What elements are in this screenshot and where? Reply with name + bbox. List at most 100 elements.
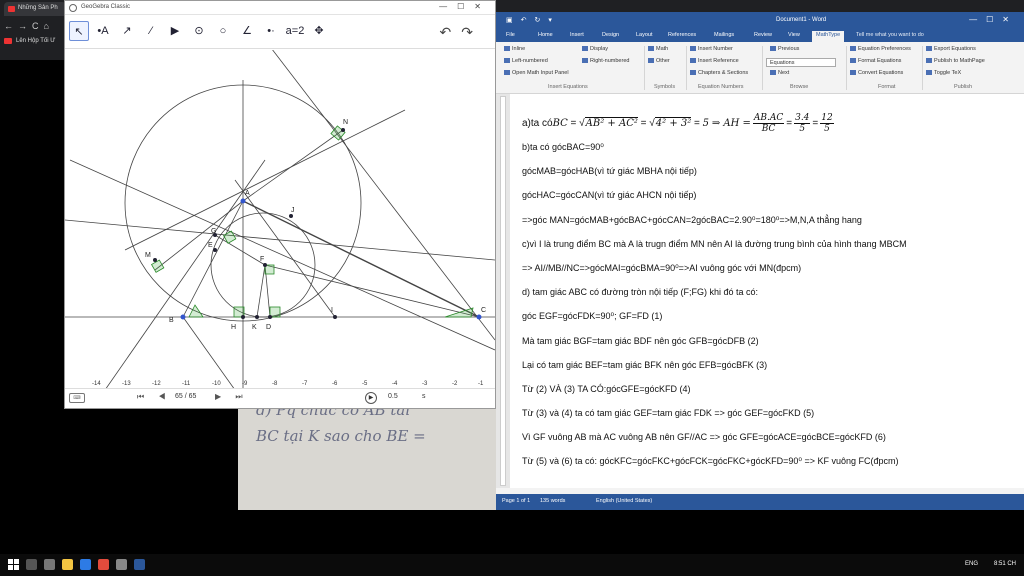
word-window-controls[interactable]: —☐✕ <box>969 15 1018 24</box>
doc-line: d) tam giác ABC có đường tròn nội tiếp (… <box>522 287 759 298</box>
word-window: ▣↶↻▾ Document1 - Word —☐✕ File Home Inse… <box>496 12 1024 510</box>
tab-references[interactable]: References <box>668 32 696 38</box>
format-equations-button[interactable]: Format Equations <box>850 58 901 64</box>
tab-mailings[interactable]: Mailings <box>714 32 734 38</box>
chapters-sections-button[interactable]: Chapters & Sections <box>690 70 748 76</box>
tab-view[interactable]: View <box>788 32 800 38</box>
tab-review[interactable]: Review <box>754 32 772 38</box>
tab-home[interactable]: Home <box>538 32 553 38</box>
line-tool-icon[interactable]: ↗ <box>117 21 137 41</box>
chapters-sections-label: Chapters & Sections <box>698 70 749 76</box>
language-indicator[interactable]: ENG <box>965 561 978 567</box>
insert-number-button[interactable]: Insert Number <box>690 46 733 52</box>
angle-tool-icon[interactable]: ∠ <box>237 21 257 41</box>
taskbar: ENG 8:51 CH <box>0 554 1024 576</box>
document-page[interactable]: a)ta có BC = √ AB² + AC² = √ 4² + 3² = 5 ⇒… <box>510 94 1024 488</box>
keyboard-icon[interactable]: ⌨ <box>69 393 85 403</box>
browser-nav-buttons[interactable]: ←→C⌂ <box>0 18 70 36</box>
doc-line: => AI//MB//NC=>gócMAI=gócBMA=90⁰=>AI vuô… <box>522 262 802 273</box>
export-icon <box>926 46 932 52</box>
step-forward-icon[interactable]: ▶ ⏭ <box>215 392 249 402</box>
point-label-c: C <box>481 307 486 314</box>
equation-preferences-button[interactable]: Equation Preferences <box>850 46 911 52</box>
tab-file[interactable]: File <box>506 32 515 38</box>
move-tool-icon[interactable]: ↖ <box>69 21 89 41</box>
format-icon <box>850 58 856 64</box>
play-speed-input[interactable]: 0.5 <box>388 393 398 400</box>
point-label-b: B <box>169 317 174 324</box>
document-area: a)ta có BC = √ AB² + AC² = √ 4² + 3² = 5 ⇒… <box>496 94 1024 488</box>
math-button[interactable]: Math <box>648 46 668 52</box>
math-symbol-icon <box>648 46 654 52</box>
windows-start-icon[interactable] <box>8 559 19 570</box>
clock[interactable]: 8:51 CH <box>994 561 1016 567</box>
step-back-icon[interactable]: ⏮ ◀ <box>137 392 172 402</box>
doc-line: c)vì I là trung điểm BC mà A là trugn đi… <box>522 238 907 249</box>
word-taskbar-icon[interactable] <box>134 559 145 570</box>
perpendicular-tool-icon[interactable]: ⁄ <box>141 21 161 41</box>
insert-reference-button[interactable]: Insert Reference <box>690 58 739 64</box>
edge-icon[interactable] <box>80 559 91 570</box>
group-label-equation-numbers: Equation Numbers <box>698 84 744 90</box>
tab-design[interactable]: Design <box>602 32 619 38</box>
play-speed-unit: s <box>422 393 426 400</box>
tab-insert[interactable]: Insert <box>570 32 584 38</box>
publish-mathpage-button[interactable]: Publish to MathPage <box>926 58 985 64</box>
vertical-ruler <box>500 96 506 486</box>
group-divider <box>686 46 687 90</box>
doc-line: gócMAB=gócHAB(vì tứ giác MBHA nội tiếp) <box>522 166 697 177</box>
display-button[interactable]: Display <box>582 46 608 52</box>
search-icon[interactable] <box>26 559 37 570</box>
point-label-e: E <box>208 242 213 249</box>
reflect-tool-icon[interactable]: •· <box>261 21 281 41</box>
tell-me-search[interactable]: Tell me what you want to do <box>856 32 924 38</box>
side-ab <box>182 200 244 318</box>
point-label-i: I <box>331 307 333 314</box>
geogebra-window-controls[interactable]: —☐✕ <box>439 2 491 11</box>
export-equations-label: Export Equations <box>934 46 976 52</box>
chrome-icon[interactable] <box>98 559 109 570</box>
tab-mathtype[interactable]: MathType <box>812 31 845 42</box>
previous-button[interactable]: Previous <box>770 46 799 52</box>
conic-tool-icon[interactable]: ○ <box>213 21 233 41</box>
file-explorer-icon[interactable] <box>62 559 73 570</box>
toggle-tex-button[interactable]: Toggle TeX <box>926 70 961 76</box>
geogebra-graphics-view[interactable]: N A J M G E F I B H K D C -14 -13 -12 -1… <box>65 50 495 390</box>
doc-line: Từ (2) VÀ (3) TA CÓ:gócGFE=gócKFD (4) <box>522 383 691 394</box>
geogebra-navigation-bar: ⌨ ⏮ ◀ 65 / 65 ▶ ⏭ ▶ 0.5 s <box>65 388 495 408</box>
bookmark-item[interactable]: Lên Hộp Tối Ư <box>4 38 55 44</box>
status-page[interactable]: Page 1 of 1 <box>502 498 530 504</box>
axis-tick-label: -11 <box>182 381 191 387</box>
youtube-icon <box>4 38 12 44</box>
task-view-icon[interactable] <box>44 559 55 570</box>
export-equations-button[interactable]: Export Equations <box>926 46 976 52</box>
point-label-k: K <box>252 324 257 331</box>
slider-tool-icon[interactable]: a=2 <box>285 21 305 41</box>
status-language[interactable]: English (United States) <box>596 498 652 504</box>
right-numbered-button[interactable]: Right-numbered <box>582 58 629 64</box>
circle-tool-icon[interactable]: ⊙ <box>189 21 209 41</box>
geogebra-taskbar-icon[interactable] <box>116 559 127 570</box>
tab-layout[interactable]: Layout <box>636 32 653 38</box>
segment-fc <box>264 264 480 318</box>
next-button[interactable]: Next <box>770 70 789 76</box>
status-word-count[interactable]: 135 words <box>540 498 565 504</box>
move-view-tool-icon[interactable]: ✥ <box>309 21 329 41</box>
play-icon[interactable]: ▶ <box>365 392 377 404</box>
polygon-tool-icon[interactable]: ▶ <box>165 21 185 41</box>
fraction: 12 5 <box>820 113 834 134</box>
convert-equations-button[interactable]: Convert Equations <box>850 70 903 76</box>
left-numbered-button[interactable]: Left-numbered <box>504 58 548 64</box>
other-button[interactable]: Other <box>648 58 670 64</box>
undo-redo-icon[interactable]: ↶↷ <box>440 24 483 41</box>
equations-dropdown[interactable]: Equations <box>766 58 836 67</box>
browser-tab-title: Những Sản Ph <box>18 5 58 11</box>
point-tool-icon[interactable]: •A <box>93 21 113 41</box>
math-ah: ⇒ AH = <box>711 117 751 129</box>
quick-access-toolbar[interactable]: ▣↶↻▾ <box>506 16 560 24</box>
open-math-input-button[interactable]: Open Math Input Panel <box>504 70 569 76</box>
next-icon <box>770 70 776 76</box>
inline-button[interactable]: Inline <box>504 46 525 52</box>
axis-tick-label: -14 <box>92 381 101 387</box>
browser-tab[interactable]: Những Sản Ph <box>4 2 66 16</box>
